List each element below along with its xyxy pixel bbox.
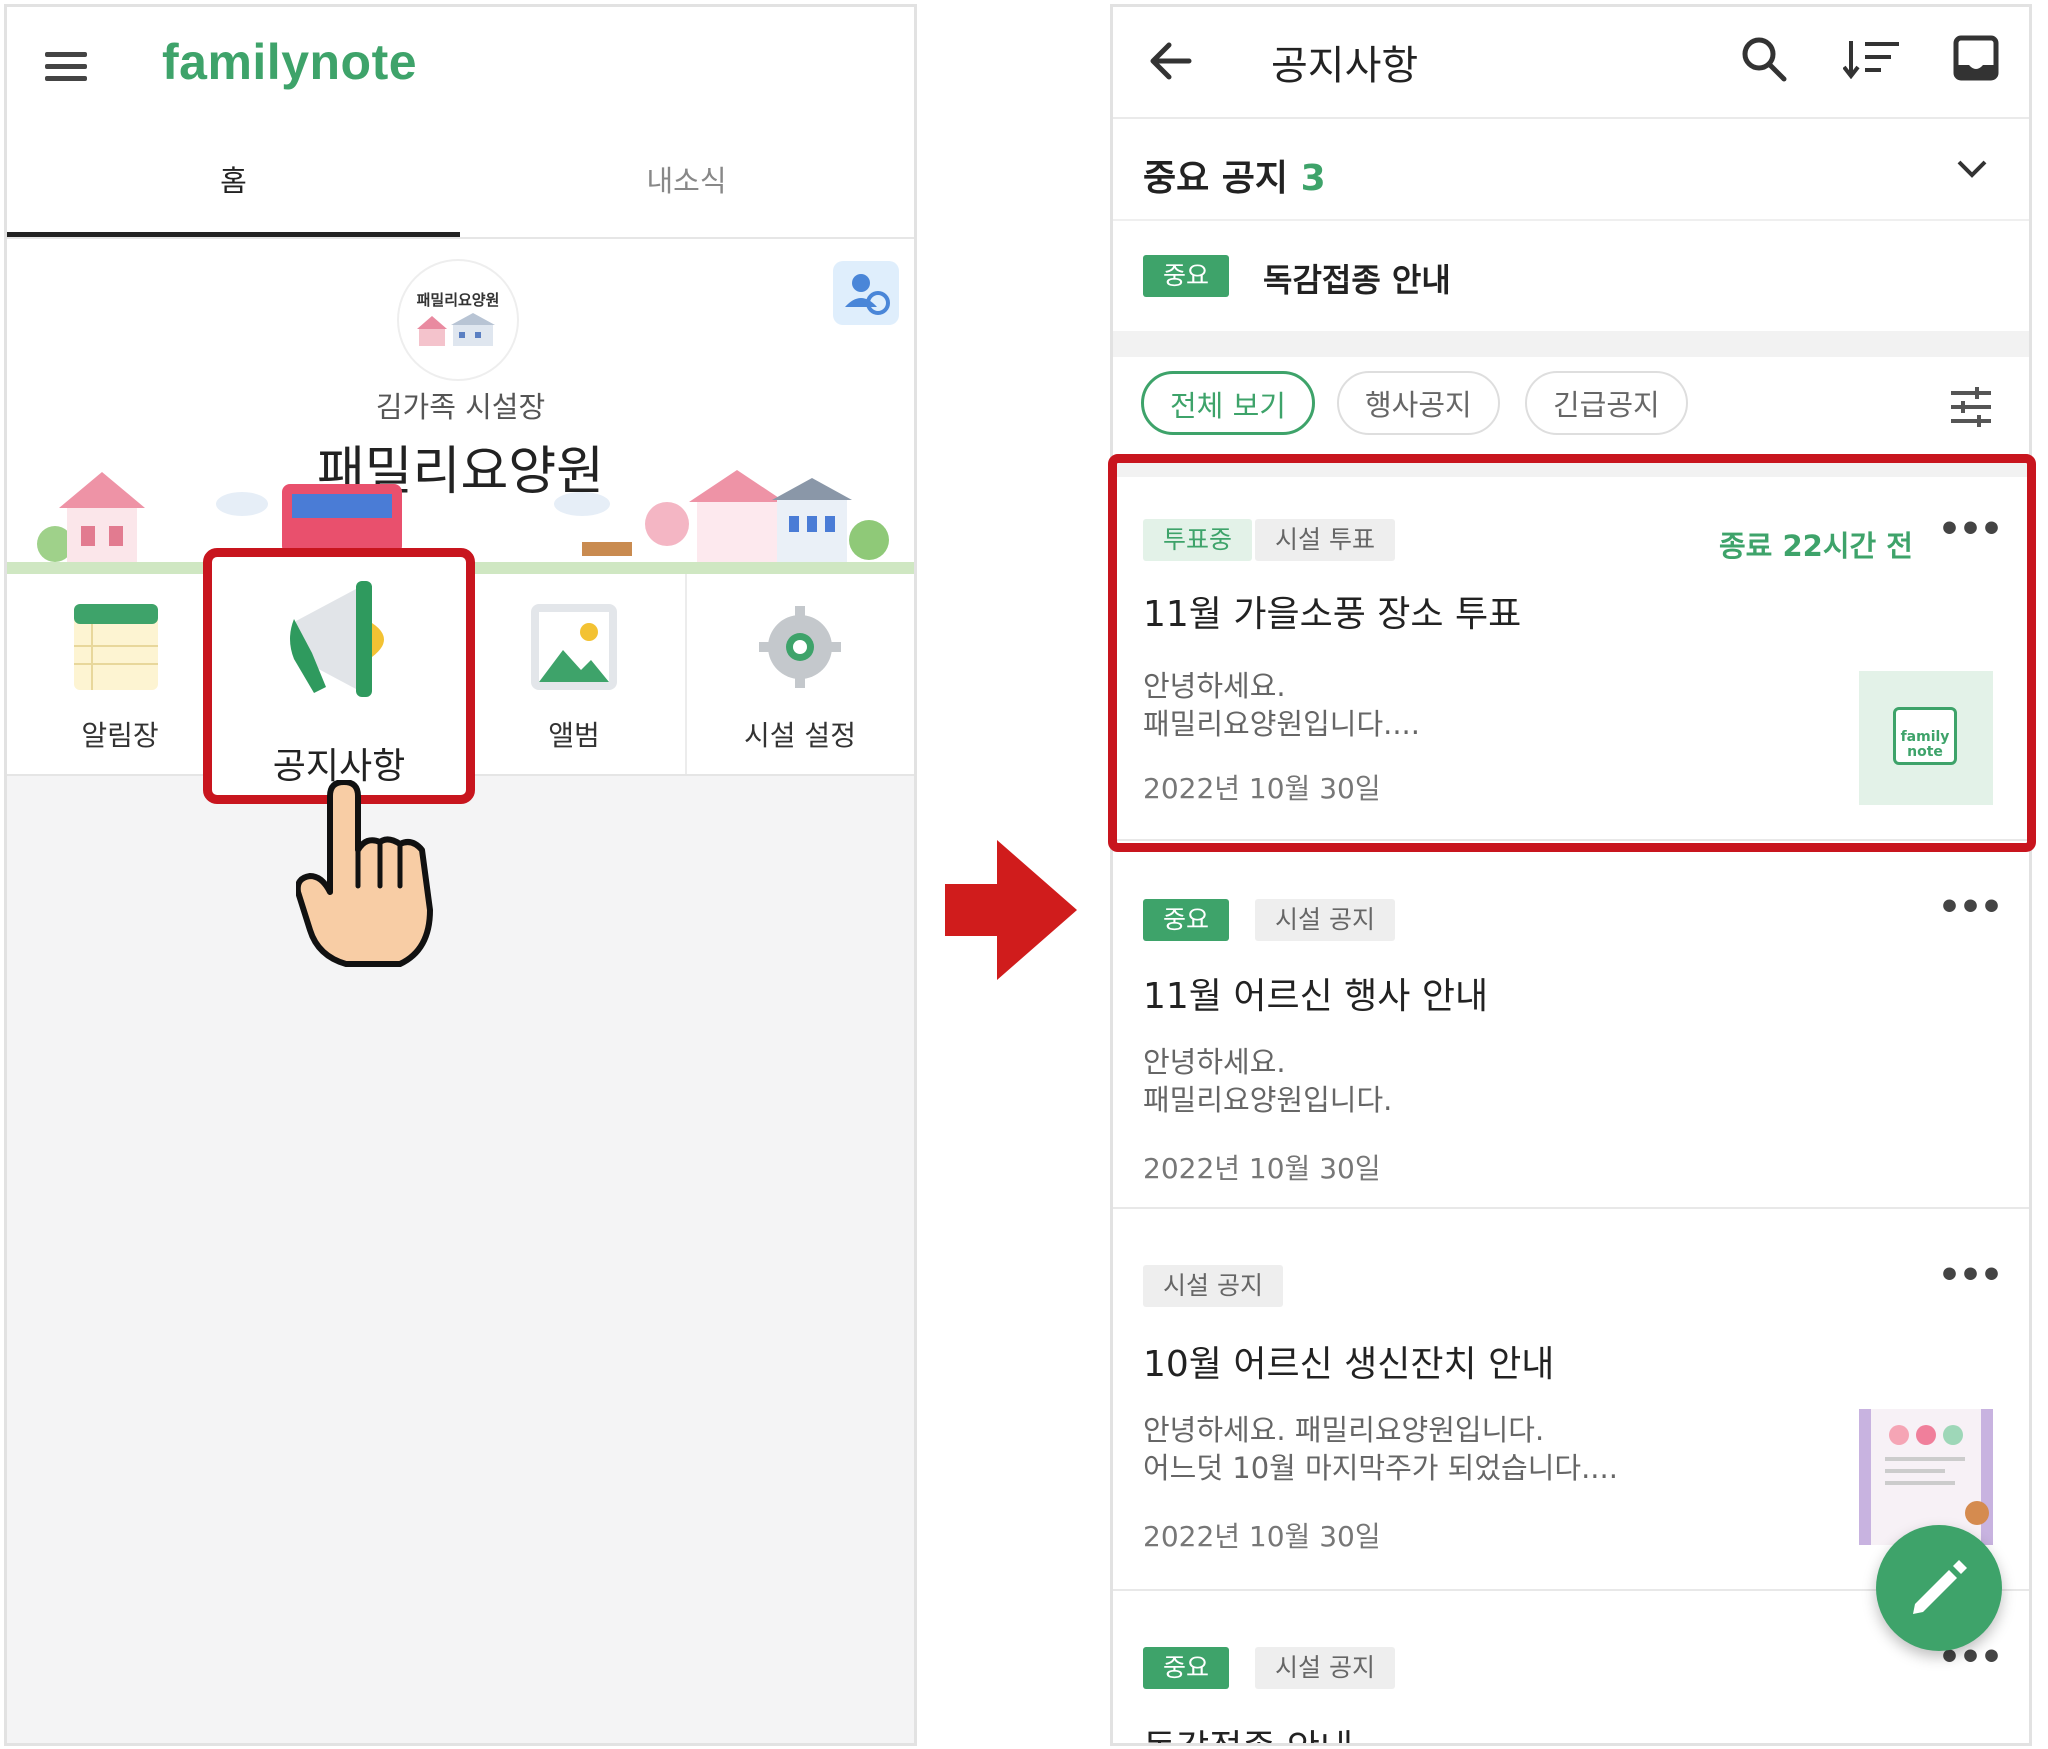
back-arrow-icon[interactable] (1149, 39, 1193, 83)
chevron-down-icon[interactable] (1957, 159, 1987, 179)
important-notices-title: 중요 공지 3 (1143, 149, 1326, 201)
post-item[interactable]: 중요 시설 공지 ••• 11월 어르신 행사 안내 안녕하세요. 패밀리요양원… (1113, 841, 2029, 1209)
left-phone-screen: familynote 홈 내소식 패밀리요양원 김가족 시설장 패밀리요양원 알… (4, 4, 917, 1746)
search-icon[interactable] (1740, 35, 1788, 83)
menu-label: 앨범 (548, 719, 600, 752)
avatar-text: 패밀리요양원 (416, 291, 500, 309)
important-notice-title: 독감접종 안내 (1263, 261, 1451, 299)
post-body: 안녕하세요. 패밀리요양원입니다. 어느덧 10월 마지막주가 되었습니다...… (1143, 1413, 1618, 1485)
app-bar: familynote (7, 7, 914, 125)
sort-icon[interactable] (1843, 39, 1901, 79)
page-title: 공지사항 (1271, 43, 1419, 89)
inbox-icon[interactable] (1953, 35, 1999, 81)
tag-category: 시설 공지 (1255, 899, 1395, 941)
tab-my-news[interactable]: 내소식 (460, 125, 913, 237)
right-phone-screen: 공지사항 중요 공지 3 중요 독감접종 안내 전체 보기 행사공지 긴급공지 (1110, 4, 2032, 1746)
menu-album[interactable]: 앨범 (461, 574, 687, 774)
important-notice-item[interactable]: 중요 독감접종 안내 (1113, 221, 2029, 331)
switch-account-icon[interactable] (833, 261, 899, 325)
menu-notebook[interactable]: 알림장 (7, 574, 233, 774)
arrow-right-icon (945, 840, 1077, 980)
facility-role: 김가족 시설장 (375, 390, 546, 424)
image-icon (531, 604, 617, 690)
menu-notice-highlight[interactable]: 공지사항 (203, 548, 475, 804)
facility-avatar[interactable]: 패밀리요양원 (397, 259, 519, 381)
gear-icon (759, 606, 841, 688)
poster-thumbnail-image (1859, 1409, 1993, 1545)
tag-important: 중요 (1143, 899, 1230, 941)
app-logo: familynote (162, 34, 418, 90)
menu-label: 알림장 (81, 719, 159, 752)
facility-profile: 패밀리요양원 김가족 시설장 패밀리요양원 (7, 239, 914, 574)
avatar-house-icon (417, 313, 495, 346)
important-notices-header[interactable]: 중요 공지 3 (1113, 119, 2029, 221)
tag-important: 중요 (1143, 1647, 1230, 1689)
filter-chip-event[interactable]: 행사공지 (1337, 371, 1500, 435)
filter-settings-icon[interactable] (1949, 385, 1993, 429)
more-options-icon[interactable]: ••• (1938, 1255, 2003, 1296)
tab-home[interactable]: 홈 (7, 125, 460, 237)
home-tabs: 홈 내소식 (7, 125, 914, 239)
important-label: 중요 공지 (1143, 158, 1289, 199)
menu-label: 시설 설정 (744, 719, 856, 752)
filter-chip-all[interactable]: 전체 보기 (1141, 371, 1315, 435)
post-thumbnail[interactable] (1859, 1409, 1993, 1545)
menu-icon[interactable] (45, 45, 87, 88)
post-title: 독감접종 안내 (1143, 1719, 1353, 1743)
post-title: 10월 어르신 생신잔치 안내 (1143, 1344, 1555, 1385)
post-highlight-frame (1108, 454, 2036, 852)
more-options-icon[interactable]: ••• (1938, 887, 2003, 928)
calendar-icon (74, 604, 158, 690)
filter-bar: 전체 보기 행사공지 긴급공지 (1113, 357, 2029, 457)
tag-important: 중요 (1143, 255, 1230, 297)
filter-chip-urgent[interactable]: 긴급공지 (1525, 371, 1688, 435)
menu-facility-settings[interactable]: 시설 설정 (687, 574, 913, 774)
post-title: 11월 어르신 행사 안내 (1143, 976, 1489, 1017)
tag-category: 시설 공지 (1255, 1647, 1395, 1689)
tag-category: 시설 공지 (1143, 1265, 1283, 1307)
notice-app-bar: 공지사항 (1113, 7, 2029, 119)
important-count: 3 (1300, 158, 1326, 199)
compose-button[interactable] (1876, 1525, 2002, 1651)
pencil-icon (1913, 1560, 1967, 1614)
pointing-hand-icon (296, 780, 433, 967)
post-body: 안녕하세요. 패밀리요양원입니다. (1143, 1045, 1393, 1117)
post-item[interactable]: 시설 공지 ••• 10월 어르신 생신잔치 안내 안녕하세요. 패밀리요양원입… (1113, 1209, 2029, 1591)
megaphone-icon (290, 581, 384, 697)
post-date: 2022년 10월 30일 (1143, 1520, 1381, 1553)
post-date: 2022년 10월 30일 (1143, 1152, 1381, 1185)
